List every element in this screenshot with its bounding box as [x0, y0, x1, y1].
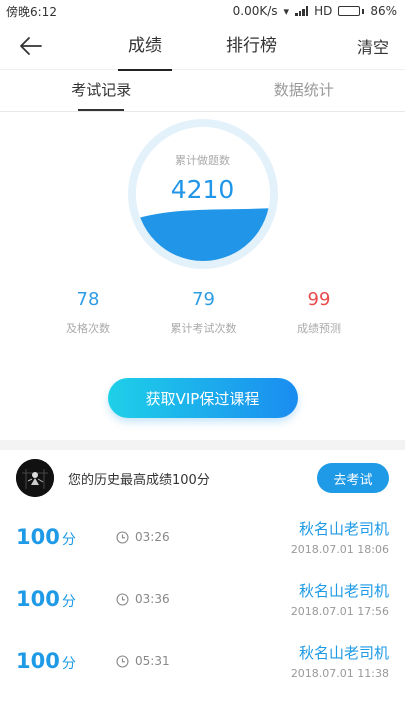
record-username: 秋名山老司机	[298, 582, 389, 600]
question-count-label: 累计做题数	[175, 154, 230, 167]
record-row[interactable]: 100 分 05:31 秋名山老司机 2018.07.01 11:38	[16, 630, 389, 692]
record-score: 100 分	[16, 587, 116, 611]
go-exam-button[interactable]: 去考试	[317, 463, 389, 493]
exam-records-list: 100 分 03:26 秋名山老司机 2018.07.01 18:06 100 分 …	[0, 506, 405, 692]
status-bar: 傍晚6:12 0.00K/s ▾ HD 86%	[0, 0, 405, 22]
record-score: 100 分	[16, 649, 116, 673]
best-score-text: 您的历史最高成绩100分	[68, 472, 210, 488]
clock-icon	[116, 654, 129, 668]
get-vip-course-button[interactable]: 获取VIP保过课程	[107, 378, 298, 418]
sub-tabs: 考试记录 数据统计	[0, 70, 405, 112]
clock-icon	[116, 530, 129, 544]
stat-label: 累计考试次数	[170, 322, 237, 335]
stat-label: 及格次数	[66, 322, 110, 335]
score-unit: 分	[61, 656, 76, 672]
duration-text: 03:26	[135, 530, 170, 544]
record-info: 秋名山老司机 2018.07.01 18:06	[291, 518, 389, 556]
stat-label: 成绩预测	[297, 322, 341, 335]
score-unit: 分	[61, 532, 76, 548]
record-score: 100 分	[16, 525, 116, 549]
record-duration: 03:26	[116, 530, 291, 544]
record-date: 2018.07.01 18:06	[290, 543, 389, 556]
question-count-circle: 累计做题数 4210	[127, 119, 278, 269]
record-username: 秋名山老司机	[298, 520, 389, 538]
record-duration: 05:31	[116, 654, 291, 668]
stat-value: 79	[192, 289, 215, 310]
record-username: 秋名山老司机	[298, 644, 389, 662]
score-number: 100	[16, 525, 60, 549]
network-type: HD	[314, 4, 333, 18]
stat-value: 78	[76, 289, 100, 310]
score-number: 100	[16, 587, 60, 611]
duration-text: 03:36	[135, 592, 170, 606]
record-info: 秋名山老司机 2018.07.01 17:56	[291, 580, 389, 618]
subtab-exam-records[interactable]: 考试记录	[0, 70, 203, 111]
subtab-data-statistics[interactable]: 数据统计	[203, 70, 405, 111]
avatar	[16, 459, 54, 497]
best-score-row: 您的历史最高成绩100分 去考试	[0, 450, 405, 506]
clear-button[interactable]: 清空	[357, 34, 389, 58]
battery-icon	[338, 6, 365, 16]
question-count-value: 4210	[170, 175, 235, 204]
record-info: 秋名山老司机 2018.07.01 11:38	[291, 642, 389, 680]
record-date: 2018.07.01 11:38	[290, 667, 389, 680]
arrow-left-icon	[20, 36, 42, 55]
tab-ranking[interactable]: 排行榜	[216, 22, 287, 70]
score-number: 100	[16, 649, 60, 673]
record-date: 2018.07.01 17:56	[290, 605, 389, 618]
record-row[interactable]: 100 分 03:36 秋名山老司机 2018.07.01 17:56	[16, 568, 389, 630]
top-nav: 成绩 排行榜 清空	[0, 22, 405, 71]
section-divider	[0, 440, 405, 450]
battery-percent: 86%	[370, 4, 397, 18]
duration-text: 05:31	[135, 654, 170, 668]
stat-score-prediction: 99 成绩预测	[279, 289, 359, 336]
clock-icon	[116, 592, 129, 606]
nav-tabs: 成绩 排行榜	[0, 22, 405, 71]
signal-icon	[295, 6, 309, 16]
stat-exam-count: 79 累计考试次数	[164, 289, 244, 336]
status-time: 傍晚6:12	[6, 4, 57, 19]
tab-score[interactable]: 成绩	[118, 22, 172, 71]
record-row[interactable]: 100 分 03:26 秋名山老司机 2018.07.01 18:06	[16, 506, 389, 568]
stats-row: 78 及格次数 79 累计考试次数 99 成绩预测	[0, 289, 405, 336]
stat-pass-count: 78 及格次数	[48, 289, 128, 336]
wifi-icon: ▾	[283, 4, 290, 18]
stat-value: 99	[307, 289, 331, 310]
back-button[interactable]	[18, 31, 48, 61]
water-wave	[135, 208, 270, 261]
network-speed: 0.00K/s	[232, 4, 278, 18]
record-duration: 03:36	[116, 592, 291, 606]
status-right: 0.00K/s ▾ HD 86%	[233, 4, 397, 18]
score-unit: 分	[61, 594, 76, 610]
avatar-image	[16, 459, 54, 497]
